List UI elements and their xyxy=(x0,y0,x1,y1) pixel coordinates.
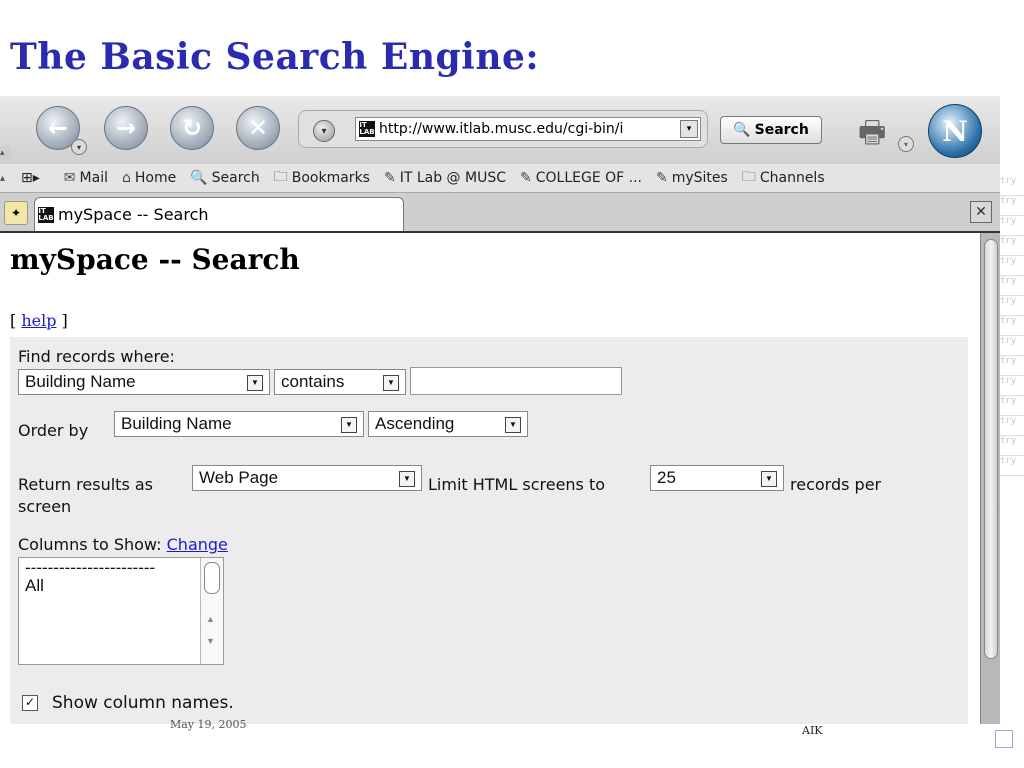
listbox-scroll-thumb[interactable] xyxy=(204,562,220,594)
limit-select[interactable]: 25 ▼ xyxy=(650,465,784,491)
back-button[interactable]: ← ▾ xyxy=(36,106,87,155)
return-format-select[interactable]: Web Page ▼ xyxy=(192,465,422,491)
search-icon: 🔍 xyxy=(190,170,208,186)
back-history-icon[interactable]: ▾ xyxy=(71,139,87,155)
page-scrollbar[interactable] xyxy=(980,233,1000,724)
netscape-logo[interactable]: N xyxy=(928,104,982,158)
bookmark-mysites[interactable]: ✎ mySites xyxy=(656,170,728,186)
reload-button[interactable]: ↻ xyxy=(170,106,214,150)
toolbar-collapse-handle[interactable]: ▴ xyxy=(0,146,10,160)
bookmark-home[interactable]: ⌂ Home xyxy=(122,170,176,186)
chevron-down-icon: ▼ xyxy=(399,471,415,487)
navigation-toolbar: ▴ ← ▾ → ↻ ✕ ▾ IT LAB http://www.itlab.musc… xyxy=(0,96,1000,165)
records-per-label: records per xyxy=(790,475,882,494)
chevron-down-icon: ▼ xyxy=(383,375,399,391)
background-code-lines: try try try try try try try try try try try try … xyxy=(1000,176,1024,506)
bookmark-search[interactable]: 🔍 Search xyxy=(190,170,260,186)
home-icon: ⌂ xyxy=(121,170,131,186)
list-item[interactable]: All xyxy=(25,576,44,596)
scroll-down-icon[interactable]: ▼ xyxy=(206,636,215,646)
field-select[interactable]: Building Name ▼ xyxy=(18,369,270,395)
order-by-label: Order by xyxy=(18,421,89,440)
list-item[interactable]: ----------------------- xyxy=(25,558,155,578)
browser-window: ▴ ← ▾ → ↻ ✕ ▾ IT LAB http://www.itlab.musc… xyxy=(0,96,1000,724)
close-tab-icon[interactable]: ✕ xyxy=(970,201,992,223)
stop-icon: ✕ xyxy=(247,114,269,142)
footer-author: AIK xyxy=(802,724,823,737)
tab-favicon-icon: IT LAB xyxy=(38,206,54,223)
columns-listbox[interactable]: ----------------------- All ▲ ▼ xyxy=(18,557,224,665)
print-button[interactable]: 🖶 ▾ xyxy=(858,110,914,161)
mail-icon: ✉ xyxy=(63,170,76,186)
chevron-down-icon: ▼ xyxy=(341,417,357,433)
bookmark-it-lab[interactable]: ✎ IT Lab @ MUSC xyxy=(384,170,506,186)
page-content: mySpace -- Search [ help ] Find records … xyxy=(0,233,980,724)
url-text[interactable]: http://www.itlab.musc.edu/cgi-bin/i xyxy=(379,121,679,137)
order-field-select[interactable]: Building Name ▼ xyxy=(114,411,364,437)
footer-date: May 19, 2005 xyxy=(170,718,247,731)
listbox-scrollbar[interactable]: ▲ ▼ xyxy=(200,558,223,664)
slide-nav-icon[interactable] xyxy=(995,730,1013,748)
bookmark-mail[interactable]: ✉ Mail xyxy=(64,170,108,186)
search-form: Find records where: Building Name ▼ conta… xyxy=(10,337,968,724)
chevron-down-icon: ▼ xyxy=(505,417,521,433)
limit-label: Limit HTML screens to xyxy=(428,475,606,494)
bookmark-icon: ✎ xyxy=(520,170,532,186)
show-column-names-checkbox[interactable]: ✓ xyxy=(22,695,38,711)
search-value-input[interactable] xyxy=(410,367,622,395)
url-dropdown-icon[interactable]: ▾ xyxy=(680,120,698,138)
columns-label: Columns to Show: Change xyxy=(18,535,228,554)
site-favicon-icon: IT LAB xyxy=(359,121,375,137)
screen-label: screen xyxy=(18,497,72,516)
url-history-icon[interactable]: ▾ xyxy=(313,120,335,142)
chevron-down-icon: ▼ xyxy=(247,375,263,391)
page-heading: mySpace -- Search xyxy=(10,243,300,276)
return-results-label: Return results as xyxy=(18,475,154,494)
tab-myspace-search[interactable]: IT LAB mySpace -- Search xyxy=(34,197,404,231)
bookmark-icon: ✎ xyxy=(656,170,668,186)
bookmark-college[interactable]: ✎ COLLEGE OF ... xyxy=(520,170,642,186)
new-tab-icon[interactable]: ✦ xyxy=(4,201,28,225)
bookmarks-bar: ▴ ⊞▸ ✉ Mail ⌂ Home 🔍 Search 🗀 Bookmarks ✎ IT … xyxy=(0,164,1000,193)
slide-footer: May 19, 2005 AIK xyxy=(0,718,1024,768)
magnifier-icon: 🔍 xyxy=(733,122,751,138)
find-records-label: Find records where: xyxy=(18,347,175,366)
tab-group-icon[interactable]: ⊞▸ xyxy=(21,170,40,186)
print-dropdown-icon[interactable]: ▾ xyxy=(898,136,914,152)
show-column-names-label: Show column names. xyxy=(52,693,234,713)
back-arrow-icon: ← xyxy=(47,114,69,142)
bookmarks-collapse-handle[interactable]: ▴ xyxy=(0,173,5,184)
chevron-down-icon: ▼ xyxy=(761,471,777,487)
order-direction-select[interactable]: Ascending ▼ xyxy=(368,411,528,437)
url-field[interactable]: IT LAB http://www.itlab.musc.edu/cgi-bin/… xyxy=(355,117,701,141)
scroll-up-icon[interactable]: ▲ xyxy=(206,614,215,624)
page-scroll-thumb[interactable] xyxy=(984,239,998,659)
bookmark-bookmarks[interactable]: 🗀 Bookmarks xyxy=(274,166,370,190)
url-bar: ▾ IT LAB http://www.itlab.musc.edu/cgi-bi… xyxy=(298,110,708,148)
bookmark-icon: ✎ xyxy=(383,170,396,186)
help-link[interactable]: help xyxy=(21,311,56,330)
reload-icon: ↻ xyxy=(181,114,203,142)
search-button[interactable]: 🔍 Search xyxy=(720,116,822,144)
operator-select[interactable]: contains ▼ xyxy=(274,369,406,395)
help-line: [ help ] xyxy=(10,311,68,330)
search-button-label: Search xyxy=(754,122,809,138)
tab-bar: ✦ IT LAB mySpace -- Search ✕ xyxy=(0,193,1000,233)
folder-icon: 🗀 xyxy=(741,169,756,185)
change-columns-link[interactable]: Change xyxy=(167,535,228,554)
slide-title: The Basic Search Engine: xyxy=(10,36,540,78)
folder-icon: 🗀 xyxy=(273,169,288,185)
forward-button[interactable]: → xyxy=(104,106,148,150)
stop-button[interactable]: ✕ xyxy=(236,106,280,150)
forward-arrow-icon: → xyxy=(115,114,137,142)
printer-icon: 🖶 xyxy=(858,115,887,150)
bookmark-channels[interactable]: 🗀 Channels xyxy=(742,166,825,190)
tab-title: mySpace -- Search xyxy=(58,205,209,224)
